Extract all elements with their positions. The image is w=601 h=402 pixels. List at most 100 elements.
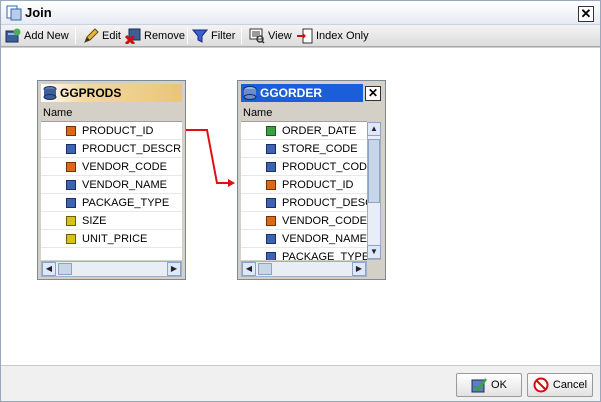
remove-label: Remove <box>144 30 185 42</box>
field-row[interactable]: PACKAGE_TYPE <box>41 194 182 212</box>
ok-label: OK <box>491 379 507 391</box>
window-title: Join <box>25 5 52 20</box>
scroll-down-icon[interactable]: ▼ <box>367 245 381 259</box>
field-row[interactable]: VENDOR_NAME <box>41 176 182 194</box>
field-label: STORE_CODE <box>282 142 358 155</box>
cancel-icon <box>533 377 549 393</box>
field-row[interactable]: VENDOR_NAME <box>241 230 367 248</box>
field-icon <box>66 143 76 154</box>
numeric-icon <box>66 233 76 244</box>
close-table-button[interactable]: ✕ <box>365 86 381 101</box>
table-ggprods[interactable]: GGPRODS Name PRODUCT_ID PRODUCT_DESCRI...… <box>37 80 186 280</box>
add-new-icon <box>5 28 21 43</box>
index-only-icon <box>297 28 313 44</box>
vertical-scrollbar[interactable]: ▲ ▼ <box>367 122 381 260</box>
field-label: ORDER_DATE <box>282 124 357 137</box>
table-name: GGORDER <box>260 86 323 100</box>
toolbar-separator <box>241 28 242 44</box>
numeric-icon <box>66 215 76 226</box>
field-icon <box>266 233 276 244</box>
field-icon <box>66 197 76 208</box>
key-icon <box>66 125 76 136</box>
key-icon <box>266 215 276 226</box>
toolbar-separator <box>75 28 76 44</box>
join-canvas: GGPRODS Name PRODUCT_ID PRODUCT_DESCRI...… <box>1 47 600 365</box>
view-icon <box>249 28 265 44</box>
field-list: PRODUCT_ID PRODUCT_DESCRI... VENDOR_CODE VE… <box>41 122 182 260</box>
filter-button[interactable]: Filter <box>192 27 235 45</box>
scroll-right-icon[interactable]: ▶ <box>167 262 181 276</box>
field-row[interactable]: PRODUCT_ID <box>41 122 182 140</box>
index-only-button[interactable]: Index Only <box>297 27 369 45</box>
table-header-ggprods[interactable]: GGPRODS <box>41 84 182 102</box>
horizontal-scrollbar[interactable]: ◀ ▶ <box>241 261 367 277</box>
column-header-name[interactable]: Name <box>241 104 367 122</box>
scroll-thumb[interactable] <box>368 139 380 203</box>
field-row[interactable]: PRODUCT_CODE <box>241 158 367 176</box>
key-icon <box>266 179 276 190</box>
scroll-up-icon[interactable]: ▲ <box>367 122 381 136</box>
field-icon <box>266 143 276 154</box>
key-icon <box>66 161 76 172</box>
field-icon <box>266 197 276 208</box>
field-label: VENDOR_CODE <box>82 160 167 173</box>
field-row[interactable]: STORE_CODE <box>241 140 367 158</box>
filter-label: Filter <box>211 30 236 42</box>
field-label: VENDOR_NAME <box>282 232 367 245</box>
field-label: VENDOR_CODE <box>282 214 367 227</box>
scroll-left-icon[interactable]: ◀ <box>242 262 256 276</box>
field-icon <box>266 251 276 260</box>
field-label: PACKAGE_TYPE <box>82 196 170 209</box>
field-label: SIZE <box>82 214 107 227</box>
table-header-ggorder[interactable]: GGORDER <box>241 84 363 102</box>
field-row[interactable]: PRODUCT_ID <box>241 176 367 194</box>
toolbar-separator <box>187 28 188 44</box>
field-label: PRODUCT_DESCR <box>282 196 367 209</box>
edit-label: Edit <box>102 30 121 42</box>
remove-icon <box>125 28 141 44</box>
ok-button[interactable]: OK <box>456 373 522 397</box>
edit-button[interactable]: Edit <box>83 27 121 45</box>
table-icon <box>243 86 257 100</box>
field-row[interactable]: PACKAGE_TYPE <box>241 248 367 260</box>
field-row[interactable]: VENDOR_CODE <box>41 158 182 176</box>
view-label: View <box>268 30 292 42</box>
join-app-icon <box>6 5 22 21</box>
add-new-label: Add New <box>24 30 69 42</box>
view-button[interactable]: View <box>249 27 292 45</box>
field-label: PRODUCT_ID <box>282 178 354 191</box>
scroll-right-icon[interactable]: ▶ <box>352 262 366 276</box>
toolbar: Add New Edit Remove Filter View Index On… <box>1 25 600 47</box>
field-icon <box>66 179 76 190</box>
field-label: UNIT_PRICE <box>82 232 148 245</box>
field-row[interactable]: PRODUCT_DESCRI... <box>41 140 182 158</box>
field-row[interactable]: UNIT_PRICE <box>41 230 182 248</box>
scroll-left-icon[interactable]: ◀ <box>42 262 56 276</box>
join-dialog: Join ✕ Add New Edit Remove Filter View I… <box>0 0 601 402</box>
column-header-name[interactable]: Name <box>41 104 182 122</box>
edit-icon <box>84 28 99 43</box>
date-icon <box>266 125 276 136</box>
filter-icon <box>192 29 208 43</box>
table-icon <box>43 86 57 100</box>
field-icon <box>266 161 276 172</box>
add-new-button[interactable]: Add New <box>5 27 69 45</box>
field-label: PRODUCT_CODE <box>282 160 367 173</box>
field-label: VENDOR_NAME <box>82 178 167 191</box>
scroll-thumb[interactable] <box>258 263 272 275</box>
field-row[interactable]: ORDER_DATE <box>241 122 367 140</box>
field-row[interactable]: SIZE <box>41 212 182 230</box>
title-bar: Join ✕ <box>1 1 600 25</box>
table-name: GGPRODS <box>60 86 122 100</box>
field-label: PRODUCT_DESCRI... <box>82 142 182 155</box>
cancel-label: Cancel <box>552 379 588 391</box>
horizontal-scrollbar[interactable]: ◀ ▶ <box>41 261 182 277</box>
cancel-button[interactable]: Cancel <box>527 373 593 397</box>
table-ggorder[interactable]: GGORDER ✕ Name ORDER_DATE STORE_CODE PRODU… <box>237 80 386 280</box>
field-row[interactable]: PRODUCT_DESCR <box>241 194 367 212</box>
close-window-button[interactable]: ✕ <box>578 6 594 22</box>
ok-icon <box>471 378 488 393</box>
field-row[interactable]: VENDOR_CODE <box>241 212 367 230</box>
remove-button[interactable]: Remove <box>125 27 185 45</box>
scroll-thumb[interactable] <box>58 263 72 275</box>
